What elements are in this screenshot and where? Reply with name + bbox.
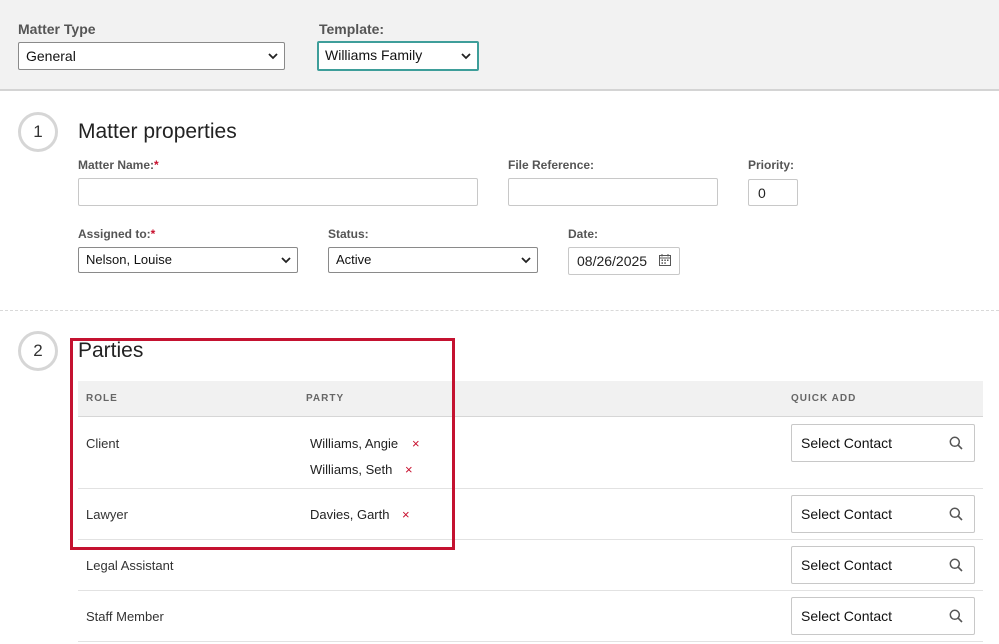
search-icon xyxy=(949,558,963,572)
assigned-to-value: Nelson, Louise xyxy=(86,252,172,267)
select-contact-label: Select Contact xyxy=(801,557,893,573)
select-contact-label: Select Contact xyxy=(801,506,893,522)
required-marker: * xyxy=(154,158,159,172)
table-row-divider xyxy=(78,539,983,540)
chevron-down-icon xyxy=(281,257,291,264)
chevron-down-icon xyxy=(521,257,531,264)
section-divider xyxy=(0,310,999,311)
select-contact-legal-assistant[interactable]: Select Contact xyxy=(791,546,975,584)
assigned-to-label: Assigned to:* xyxy=(78,227,156,241)
matter-name-input[interactable] xyxy=(78,178,478,206)
search-icon xyxy=(949,436,963,450)
matter-type-select[interactable]: General xyxy=(18,42,285,70)
template-label: Template: xyxy=(319,21,385,37)
assigned-to-select[interactable]: Nelson, Louise xyxy=(78,247,298,273)
status-label: Status: xyxy=(328,227,369,241)
search-icon xyxy=(949,507,963,521)
calendar-icon[interactable] xyxy=(659,254,671,266)
role-lawyer: Lawyer xyxy=(86,507,128,522)
party-name: Davies, Garth xyxy=(310,507,390,522)
date-value: 08/26/2025 xyxy=(577,253,648,269)
table-row-divider xyxy=(78,488,983,489)
select-contact-client[interactable]: Select Contact xyxy=(791,424,975,462)
parties-table-header: ROLE PARTY QUICK ADD xyxy=(78,381,983,417)
matter-type-label: Matter Type xyxy=(18,21,96,37)
role-staff-member: Staff Member xyxy=(86,609,164,624)
search-icon xyxy=(949,609,963,623)
column-header-quick-add: QUICK ADD xyxy=(791,393,857,404)
column-header-role: ROLE xyxy=(86,393,118,404)
remove-party-icon[interactable]: × xyxy=(402,507,410,522)
template-select[interactable]: Williams Family xyxy=(317,41,479,71)
status-value: Active xyxy=(336,252,372,267)
required-marker: * xyxy=(150,227,156,241)
chevron-down-icon xyxy=(461,53,471,60)
chevron-down-icon xyxy=(268,53,278,60)
select-contact-staff-member[interactable]: Select Contact xyxy=(791,597,975,635)
template-value: Williams Family xyxy=(325,47,423,63)
date-label: Date: xyxy=(568,227,599,241)
file-reference-label: File Reference: xyxy=(508,158,595,172)
step-number-1: 1 xyxy=(18,112,58,152)
column-header-party: PARTY xyxy=(306,393,345,404)
select-contact-lawyer[interactable]: Select Contact xyxy=(791,495,975,533)
table-row-divider xyxy=(78,641,983,642)
matter-name-label: Matter Name:* xyxy=(78,158,159,172)
table-row-divider xyxy=(78,590,983,591)
file-reference-input[interactable] xyxy=(508,178,718,206)
step-number-2: 2 xyxy=(18,331,58,371)
party-name: Williams, Seth xyxy=(310,462,393,477)
select-contact-label: Select Contact xyxy=(801,435,893,451)
date-input[interactable]: 08/26/2025 xyxy=(568,247,680,275)
remove-party-icon[interactable]: × xyxy=(405,462,413,477)
priority-input[interactable]: 0 xyxy=(748,179,798,206)
select-contact-label: Select Contact xyxy=(801,608,893,624)
remove-party-icon[interactable]: × xyxy=(412,436,420,451)
matter-header-bar: Matter Type General Template: Williams F… xyxy=(0,0,999,91)
role-client: Client xyxy=(86,436,120,451)
matter-type-value: General xyxy=(26,48,76,64)
status-select[interactable]: Active xyxy=(328,247,538,273)
matter-properties-title: Matter properties xyxy=(78,120,237,143)
party-name: Williams, Angie xyxy=(310,436,399,451)
parties-title: Parties xyxy=(78,339,144,362)
priority-label: Priority: xyxy=(748,158,795,172)
role-legal-assistant: Legal Assistant xyxy=(86,558,174,573)
